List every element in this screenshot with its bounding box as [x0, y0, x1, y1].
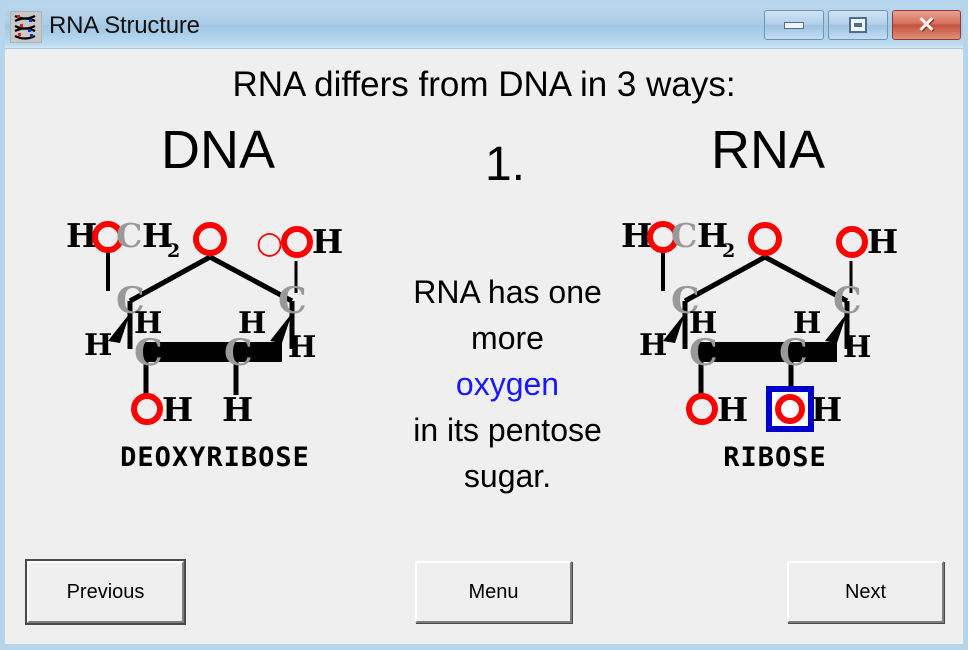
deoxyribose-caption: DEOXYRIBOSE: [120, 442, 310, 473]
title-bar[interactable]: RNA Structure ✕: [5, 5, 963, 49]
atom-O: [281, 226, 313, 258]
ribose-diagram: H C H 2 H C C H H H H C C H H: [621, 216, 898, 432]
atom-O: [836, 226, 868, 258]
atom-C: C: [671, 216, 697, 255]
atom-H: H: [162, 390, 193, 429]
atom-H: H: [84, 328, 112, 363]
maximize-button[interactable]: [828, 10, 888, 40]
rna-title: RNA: [710, 120, 825, 180]
dna-helix-icon: [10, 11, 42, 43]
atom-O-bottom-left: [131, 393, 163, 425]
application-window: RNA Structure ✕ RNA differs from DNA in …: [0, 0, 968, 650]
explanation-text: RNA has one more oxygen in its pentose s…: [365, 269, 650, 499]
minimize-icon: [765, 11, 823, 39]
minimize-button[interactable]: [764, 10, 824, 40]
close-icon: ✕: [917, 12, 936, 37]
explanation-line-4: sugar.: [463, 458, 552, 494]
close-button[interactable]: ✕: [892, 10, 961, 40]
atom-OH-right: ○: [256, 225, 283, 261]
atom-O-ring: [748, 222, 782, 256]
atom-H: H: [811, 390, 842, 429]
next-button[interactable]: Next: [787, 561, 944, 623]
step-number: 1.: [484, 138, 526, 191]
atom-C-right: C: [278, 280, 307, 322]
atom-H: H: [312, 222, 343, 261]
atom-O-ring: [193, 222, 227, 256]
previous-button[interactable]: Previous: [25, 559, 186, 625]
explanation-line-1: RNA has one: [413, 274, 602, 310]
atom-H: H: [717, 390, 748, 429]
atom-H: H: [867, 222, 898, 261]
menu-button[interactable]: Menu: [415, 561, 572, 623]
atom-H-bottom-right: H: [222, 390, 253, 429]
explanation-highlight: oxygen: [455, 366, 560, 402]
window-title: RNA Structure: [49, 12, 200, 39]
client-area: RNA differs from DNA in 3 ways: DNA 1. R…: [5, 49, 963, 644]
atom-O-bottom-left: [686, 393, 718, 425]
subscript-2: 2: [722, 240, 735, 262]
explanation-line-3: in its pentose: [413, 412, 602, 448]
atom-C-bottom-right: C: [224, 332, 253, 374]
maximize-icon: [829, 11, 887, 39]
atom-H: H: [288, 330, 316, 365]
page-heading: RNA differs from DNA in 3 ways:: [232, 65, 736, 104]
atom-C-bottom-left: C: [134, 332, 163, 374]
dna-title: DNA: [160, 120, 275, 180]
subscript-2: 2: [167, 240, 180, 262]
ribose-caption: RIBOSE: [723, 442, 827, 473]
explanation-line-2: more: [471, 320, 544, 356]
atom-H: H: [843, 330, 871, 365]
atom-C-bottom-right: C: [779, 332, 808, 374]
atom-C-right: C: [833, 280, 862, 322]
deoxyribose-diagram: H C H 2 ○ H C C H H H H C C H H: [66, 216, 343, 429]
atom-C-bottom-left: C: [689, 332, 718, 374]
atom-C: C: [116, 216, 142, 255]
